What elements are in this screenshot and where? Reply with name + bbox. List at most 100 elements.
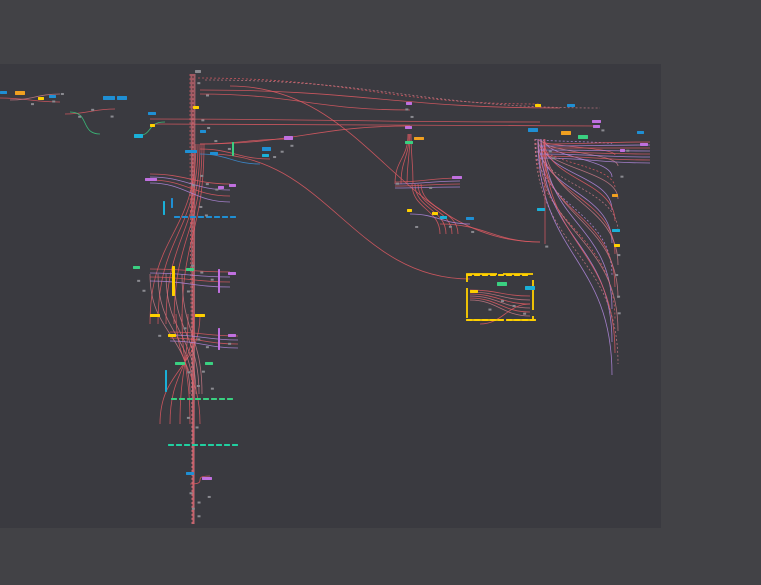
graph-frame[interactable] [466, 273, 534, 321]
graph-node[interactable] [470, 290, 478, 293]
graph-node-small[interactable] [228, 342, 232, 345]
graph-node[interactable] [216, 444, 222, 446]
graph-node[interactable] [522, 274, 528, 276]
graph-node-small[interactable] [110, 115, 114, 118]
graph-node-small[interactable] [191, 507, 195, 510]
graph-node[interactable] [172, 266, 175, 296]
graph-node[interactable] [117, 96, 127, 100]
graph-node-small[interactable] [191, 264, 195, 267]
graph-node[interactable] [192, 444, 198, 446]
graph-node[interactable] [640, 143, 648, 146]
graph-node[interactable] [163, 201, 165, 215]
graph-node-small[interactable] [197, 515, 201, 518]
graph-node-small[interactable] [290, 144, 294, 147]
graph-node-small[interactable] [205, 183, 209, 186]
graph-node[interactable] [38, 97, 44, 100]
graph-node[interactable] [230, 216, 236, 218]
graph-node-small[interactable] [488, 308, 492, 311]
graph-node[interactable] [578, 135, 588, 139]
graph-node-small[interactable] [207, 126, 211, 129]
graph-node-small[interactable] [523, 312, 527, 315]
graph-node[interactable] [190, 216, 196, 218]
graph-node[interactable] [452, 176, 462, 179]
graph-node-small[interactable] [471, 230, 475, 233]
graph-node[interactable] [211, 398, 217, 400]
graph-node-small[interactable] [396, 182, 400, 185]
graph-node[interactable] [195, 398, 201, 400]
graph-node[interactable] [535, 104, 541, 107]
graph-node[interactable] [506, 274, 512, 276]
graph-node[interactable] [203, 398, 209, 400]
graph-node-small[interactable] [620, 175, 624, 178]
graph-node[interactable] [407, 209, 412, 212]
graph-node-small[interactable] [205, 94, 209, 97]
graph-node-small[interactable] [196, 384, 200, 387]
graph-node[interactable] [200, 444, 206, 446]
graph-node[interactable] [498, 274, 504, 276]
graph-node-small[interactable] [78, 115, 82, 118]
graph-node-small[interactable] [158, 334, 162, 337]
graph-node[interactable] [200, 130, 206, 133]
graph-node[interactable] [224, 444, 230, 446]
graph-node-small[interactable] [201, 119, 205, 122]
graph-node-small[interactable] [200, 174, 204, 177]
graph-node-small[interactable] [183, 327, 187, 330]
graph-node[interactable] [406, 102, 412, 105]
graph-node[interactable] [497, 282, 507, 286]
graph-node[interactable] [0, 91, 7, 94]
graph-node[interactable] [474, 274, 480, 276]
graph-node[interactable] [537, 208, 545, 211]
graph-node-small[interactable] [617, 312, 621, 315]
graph-node-small[interactable] [545, 245, 549, 248]
graph-node[interactable] [612, 229, 620, 232]
graph-node[interactable] [229, 184, 236, 187]
graph-node[interactable] [168, 444, 174, 446]
graph-node[interactable] [637, 131, 644, 134]
graph-node[interactable] [195, 70, 201, 73]
graph-node[interactable] [219, 398, 225, 400]
graph-node[interactable] [232, 444, 238, 446]
graph-node[interactable] [218, 328, 220, 350]
graph-node[interactable] [414, 137, 424, 140]
graph-node[interactable] [218, 269, 220, 293]
graph-node-small[interactable] [197, 338, 201, 341]
graph-node[interactable] [193, 106, 199, 109]
graph-node[interactable] [614, 244, 620, 247]
graph-node[interactable] [171, 398, 177, 400]
graph-node[interactable] [182, 216, 188, 218]
graph-node[interactable] [150, 314, 160, 317]
graph-node-small[interactable] [405, 108, 409, 111]
graph-node[interactable] [218, 186, 224, 189]
graph-node[interactable] [195, 314, 205, 317]
graph-node[interactable] [179, 398, 185, 400]
graph-node-small[interactable] [626, 149, 630, 152]
graph-node[interactable] [262, 147, 271, 151]
graph-node[interactable] [466, 217, 474, 220]
graph-node-small[interactable] [142, 289, 146, 292]
graph-node[interactable] [186, 268, 194, 271]
graph-node[interactable] [514, 319, 520, 321]
graph-node[interactable] [184, 444, 190, 446]
graph-node[interactable] [103, 96, 115, 100]
graph-node-small[interactable] [214, 140, 218, 143]
graph-node[interactable] [506, 319, 512, 321]
graph-node[interactable] [187, 398, 193, 400]
graph-node[interactable] [176, 444, 182, 446]
graph-node-small[interactable] [186, 416, 190, 419]
graph-node[interactable] [284, 136, 293, 140]
graph-node[interactable] [175, 362, 185, 365]
node-editor-canvas[interactable] [0, 0, 761, 585]
graph-node[interactable] [168, 334, 176, 337]
graph-node-small[interactable] [617, 295, 621, 298]
graph-node[interactable] [432, 212, 438, 215]
graph-node[interactable] [567, 104, 575, 107]
graph-node-small[interactable] [199, 205, 203, 208]
graph-node[interactable] [148, 112, 156, 115]
graph-node[interactable] [210, 152, 218, 155]
graph-node[interactable] [405, 141, 413, 144]
graph-node[interactable] [232, 142, 234, 156]
graph-node[interactable] [482, 274, 488, 276]
graph-node[interactable] [612, 194, 618, 197]
graph-node-small[interactable] [137, 279, 141, 282]
graph-node[interactable] [466, 319, 472, 321]
